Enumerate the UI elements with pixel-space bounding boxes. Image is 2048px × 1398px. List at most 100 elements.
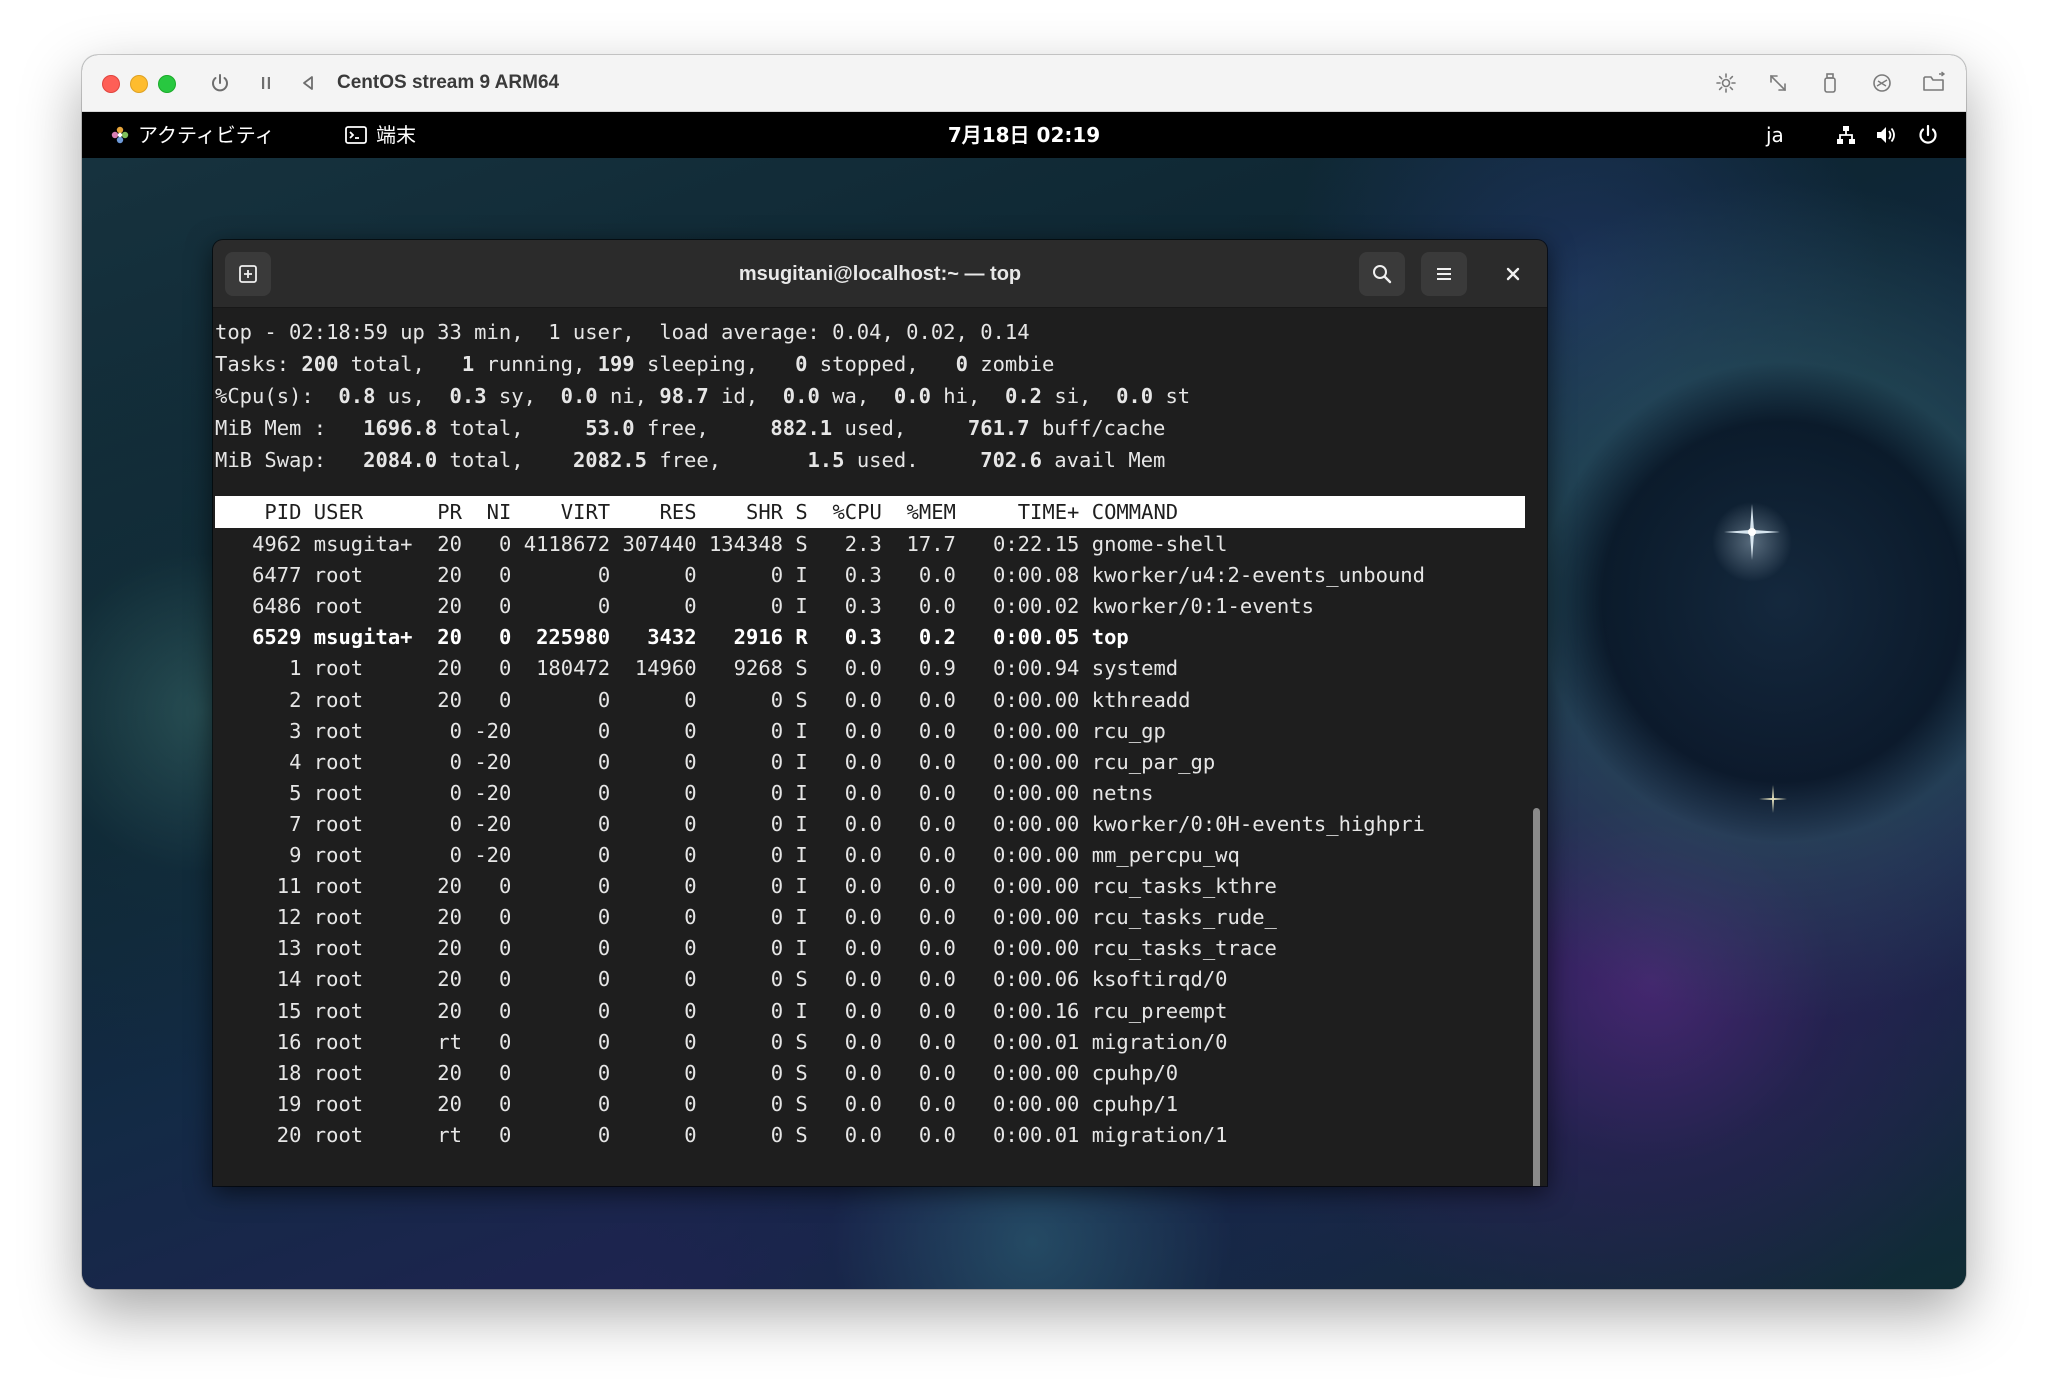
process-res-cell: 0 xyxy=(684,811,697,836)
top-tasks-line: Tasks: 200 total, 1 running, 199 sleepin… xyxy=(215,352,1055,376)
new-tab-icon xyxy=(239,265,257,283)
process-virt-cell: 225980 xyxy=(536,625,611,650)
process-cpu-cell: 0.3 xyxy=(844,625,882,650)
process-table-header: PID USER PR NI VIRT RES SHR S %CPU %MEM TIME+ COMMA… xyxy=(215,496,1525,528)
process-cmd-cell: ksoftirqd/0 xyxy=(1091,967,1228,992)
vm-power-button[interactable] xyxy=(206,69,234,97)
process-pr-cell: 20 xyxy=(437,905,462,930)
process-shr-cell: 0 xyxy=(770,563,784,588)
process-res-cell: 0 xyxy=(684,936,697,961)
terminal-scrollbar[interactable] xyxy=(1527,308,1547,1186)
process-virt-cell: 0 xyxy=(597,687,611,712)
process-shr-cell: 0 xyxy=(770,843,784,867)
process-res-cell: 0 xyxy=(684,563,697,588)
process-user-cell: root xyxy=(313,1122,364,1147)
process-cpu-cell: 0.0 xyxy=(844,998,882,1023)
process-virt-cell: 0 xyxy=(597,843,611,867)
process-cmd-cell: cpuhp/0 xyxy=(1091,1060,1179,1085)
process-time-cell: 0:00.01 xyxy=(993,1029,1080,1054)
process-s-cell: I xyxy=(795,718,808,743)
minimize-window-button[interactable] xyxy=(130,75,148,93)
process-row: 6486 root 20 0 0 0 0 I 0.3 0.0 0:00.02 kworker/0:1-… xyxy=(215,590,1450,622)
process-virt-cell: 0 xyxy=(597,1122,611,1147)
column-header: COMMAND xyxy=(1091,500,1179,524)
process-user-cell: root xyxy=(313,874,364,899)
vm-pause-button[interactable] xyxy=(252,69,280,97)
process-cpu-cell: 0.3 xyxy=(844,594,882,619)
process-pr-cell: rt xyxy=(437,1029,462,1054)
process-user-cell: msugita+ xyxy=(313,625,413,650)
vm-back-button[interactable] xyxy=(294,69,322,97)
process-ni-cell: 0 xyxy=(499,1091,512,1116)
search-button[interactable] xyxy=(1359,252,1405,296)
terminal-close-button[interactable] xyxy=(1491,252,1535,296)
process-mem-cell: 0.0 xyxy=(918,1029,956,1054)
brightness-icon xyxy=(1716,73,1736,93)
process-pid-cell: 5 xyxy=(289,780,302,805)
process-user-cell: root xyxy=(313,563,364,588)
process-mem-cell: 0.0 xyxy=(918,718,956,743)
vm-brightness-button[interactable] xyxy=(1712,69,1740,97)
hamburger-menu-icon xyxy=(1437,268,1451,280)
process-pr-cell: 20 xyxy=(437,874,462,899)
top-cpu-line: %Cpu(s): 0.8 us, 0.3 sy, 0.0 ni, 98.7 id… xyxy=(215,384,1191,408)
resize-icon xyxy=(1770,75,1786,91)
process-ni-cell: 0 xyxy=(499,967,512,992)
process-ni-cell: 0 xyxy=(499,936,512,961)
close-window-button[interactable] xyxy=(102,75,120,93)
vm-folder-button[interactable] xyxy=(1920,69,1948,97)
close-icon xyxy=(1506,267,1520,281)
menu-button[interactable] xyxy=(1421,252,1467,296)
process-pr-cell: 0 xyxy=(449,843,462,867)
process-s-cell: I xyxy=(795,874,808,899)
process-pr-cell: 20 xyxy=(437,1060,462,1085)
process-shr-cell: 0 xyxy=(770,1029,784,1054)
process-cmd-cell: rcu_par_gp xyxy=(1091,749,1216,774)
process-pr-cell: 20 xyxy=(437,936,462,961)
process-time-cell: 0:00.00 xyxy=(993,687,1080,712)
volume-icon[interactable] xyxy=(1874,123,1898,147)
process-time-cell: 0:00.08 xyxy=(993,563,1080,588)
process-row: 6529 msugita+ 20 0 225980 3432 2916 R 0.3 0.2 0:00… xyxy=(215,621,1450,653)
column-header: %CPU xyxy=(832,500,882,524)
process-row: 3 root 0 -20 0 0 0 I 0.0 0.0 0:00.00 rcu_gp xyxy=(215,715,1450,747)
zoom-window-button[interactable] xyxy=(158,75,176,93)
process-shr-cell: 0 xyxy=(770,936,784,961)
process-res-cell: 0 xyxy=(684,874,697,899)
terminal-window[interactable]: msugitani@localhost:~ — top top - 02:18:… xyxy=(213,240,1547,1186)
process-cpu-cell: 0.0 xyxy=(844,1122,882,1147)
process-ni-cell: -20 xyxy=(474,749,512,774)
process-shr-cell: 0 xyxy=(770,1060,784,1085)
process-pid-cell: 4 xyxy=(289,749,302,774)
process-s-cell: S xyxy=(795,1122,808,1147)
vm-share-button[interactable] xyxy=(1868,69,1896,97)
share-icon xyxy=(1873,74,1891,92)
system-power-icon[interactable] xyxy=(1916,123,1940,147)
process-s-cell: I xyxy=(795,843,808,867)
terminal-scrollbar-thumb[interactable] xyxy=(1533,808,1540,1186)
process-cmd-cell: kthreadd xyxy=(1091,687,1191,712)
process-res-cell: 0 xyxy=(684,594,697,619)
vm-usb-button[interactable] xyxy=(1816,69,1844,97)
process-mem-cell: 0.0 xyxy=(918,967,956,992)
process-res-cell: 0 xyxy=(684,687,697,712)
process-pid-cell: 11 xyxy=(276,874,302,899)
process-virt-cell: 0 xyxy=(597,998,611,1023)
network-icon[interactable] xyxy=(1834,123,1858,147)
process-cpu-cell: 0.0 xyxy=(844,687,882,712)
vm-resize-button[interactable] xyxy=(1764,69,1792,97)
input-method-indicator[interactable]: ja xyxy=(1766,112,1784,158)
process-cpu-cell: 0.0 xyxy=(844,1029,882,1054)
process-cmd-cell: top xyxy=(1091,625,1129,650)
process-virt-cell: 0 xyxy=(597,967,611,992)
back-icon xyxy=(303,76,313,90)
process-cmd-cell: gnome-shell xyxy=(1091,532,1228,556)
new-tab-button[interactable] xyxy=(225,252,271,296)
clock-button[interactable]: 7月18日 02:19 xyxy=(82,112,1966,158)
process-pid-cell: 6529 xyxy=(252,625,302,650)
process-ni-cell: 0 xyxy=(499,625,512,650)
process-time-cell: 0:00.00 xyxy=(993,718,1080,743)
process-res-cell: 3432 xyxy=(647,625,697,650)
terminal-output[interactable]: top - 02:18:59 up 33 min, 1 user, load a… xyxy=(213,308,1527,1186)
process-mem-cell: 0.0 xyxy=(918,594,956,619)
